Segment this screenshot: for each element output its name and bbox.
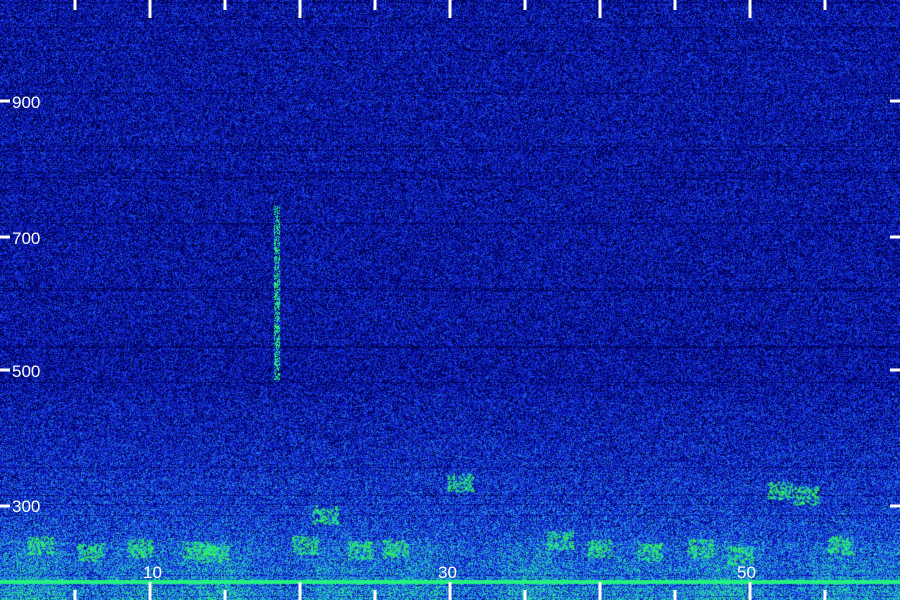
y-tick-label: 700 [12, 229, 40, 248]
y-tick-label: 500 [12, 362, 40, 381]
y-tick-label: 300 [12, 497, 40, 516]
x-tick-label: 30 [438, 563, 457, 582]
y-tick-label: 900 [12, 93, 40, 112]
bottom-ticks [73, 582, 827, 600]
x-tick-label: 10 [143, 563, 162, 582]
right-ticks [890, 99, 900, 508]
axes-overlay: 10 30 50 900 700 500 300 [0, 0, 900, 600]
x-tick-label: 50 [737, 563, 756, 582]
left-ticks [0, 99, 10, 508]
top-ticks [73, 0, 827, 18]
